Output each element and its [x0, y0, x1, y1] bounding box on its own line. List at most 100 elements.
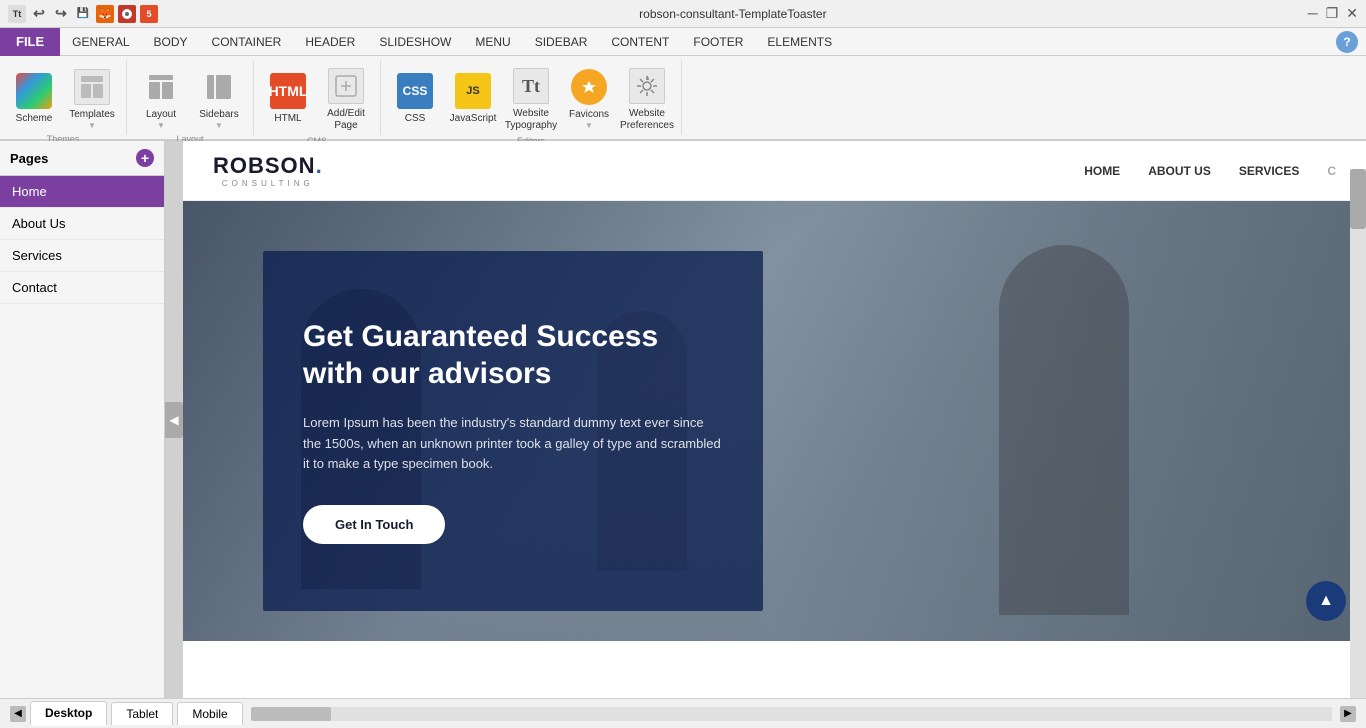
menu-tab-slideshow[interactable]: SLIDESHOW — [367, 28, 463, 56]
redo-icon[interactable]: ↪ — [52, 5, 70, 23]
scroll-left-arrow[interactable]: ◀ — [10, 706, 26, 722]
canvas-area: ◀ ROBSON. CONSULTING HOME ABOUT US SERVI… — [165, 141, 1366, 698]
help-button[interactable]: ? — [1336, 31, 1358, 53]
menu-tab-general[interactable]: GENERAL — [60, 28, 141, 56]
menu-tab-container[interactable]: CONTAINER — [200, 28, 294, 56]
logo-text: ROBSON — [213, 153, 316, 178]
mobile-tab[interactable]: Mobile — [177, 702, 242, 725]
page-item-home[interactable]: Home — [0, 176, 164, 208]
layout-label: Layout — [146, 109, 176, 121]
save-icon[interactable]: 💾 — [74, 5, 92, 23]
templates-icon — [74, 69, 110, 105]
nav-services[interactable]: SERVICES — [1239, 164, 1299, 178]
bottom-bar: ◀ Desktop Tablet Mobile ▶ — [0, 698, 1366, 728]
app-icon-tt: Tt — [8, 5, 26, 23]
arrow-up-icon: ▲ — [1318, 592, 1334, 610]
scheme-icon — [16, 73, 52, 109]
hero-section: Get Guaranteed Success with our advisors… — [183, 201, 1366, 641]
page-item-about[interactable]: About Us — [0, 208, 164, 240]
scroll-thumb[interactable] — [1350, 169, 1366, 229]
scroll-right-arrow[interactable]: ▶ — [1340, 706, 1356, 722]
undo-icon[interactable]: ↩ — [30, 5, 48, 23]
preferences-tool[interactable]: WebsitePreferences — [619, 64, 675, 136]
layout-tool[interactable]: Layout ▼ — [133, 64, 189, 134]
logo-dot: . — [316, 153, 323, 178]
css-label: CSS — [405, 113, 426, 125]
addedit-tool[interactable]: Add/EditPage — [318, 64, 374, 136]
sidebar-title: Pages — [10, 151, 48, 166]
sidebar-header: Pages + — [0, 141, 164, 176]
menu-tabs-bar: FILE GENERAL BODY CONTAINER HEADER SLIDE… — [0, 28, 1366, 56]
templates-tool[interactable]: Templates ▼ — [64, 64, 120, 134]
cms-section: HTML HTML Add/EditPage — [254, 60, 380, 136]
page-item-contact[interactable]: Contact — [0, 272, 164, 304]
favicons-tool[interactable]: Favicons ▼ — [561, 64, 617, 134]
menu-tab-menu[interactable]: MENU — [463, 28, 522, 56]
horizontal-scrollbar[interactable] — [251, 707, 1332, 721]
javascript-label: JavaScript — [450, 113, 497, 125]
sidebar-panel: Pages + Home About Us Services Contact — [0, 141, 165, 698]
site-navigation: ROBSON. CONSULTING HOME ABOUT US SERVICE… — [183, 141, 1366, 201]
favicons-label: Favicons — [569, 109, 609, 121]
css-icon: CSS — [397, 73, 433, 109]
nav-about[interactable]: ABOUT US — [1148, 164, 1211, 178]
hero-content-overlay: Get Guaranteed Success with our advisors… — [263, 251, 763, 611]
desktop-tab[interactable]: Desktop — [30, 701, 107, 726]
favicons-icon — [571, 69, 607, 105]
html5-icon: 5 — [140, 5, 158, 23]
hero-cta-button[interactable]: Get In Touch — [303, 505, 445, 544]
close-button[interactable]: ✕ — [1346, 5, 1358, 22]
nav-home[interactable]: HOME — [1084, 164, 1120, 178]
site-nav-links: HOME ABOUT US SERVICES C — [1084, 164, 1336, 178]
firefox-icon[interactable]: 🦊 — [96, 5, 114, 23]
hero-body-text: Lorem Ipsum has been the industry's stan… — [303, 413, 723, 475]
page-item-services[interactable]: Services — [0, 240, 164, 272]
css-tool[interactable]: CSS CSS — [387, 64, 443, 134]
tool-bar: Scheme Templates ▼ Themes Layout ▼ — [0, 56, 1366, 141]
typography-icon: Tt — [513, 68, 549, 104]
title-bar-icons: Tt ↩ ↪ 💾 🦊 5 — [8, 5, 158, 23]
logo-subtitle: CONSULTING — [213, 179, 323, 188]
html5-tool-icon: HTML — [270, 73, 306, 109]
themes-section: Scheme Templates ▼ — [0, 60, 126, 134]
addedit-label: Add/EditPage — [327, 108, 365, 132]
nav-more[interactable]: C — [1327, 164, 1336, 178]
hero-title: Get Guaranteed Success with our advisors — [303, 318, 723, 393]
vertical-scrollbar[interactable] — [1350, 169, 1366, 698]
menu-tab-body[interactable]: BODY — [142, 28, 200, 56]
sidebars-icon — [201, 69, 237, 105]
menu-tab-elements[interactable]: ELEMENTS — [755, 28, 844, 56]
menu-tab-footer[interactable]: FOOTER — [681, 28, 755, 56]
editors-section: CSS CSS JS JavaScript Tt WebsiteTypograp… — [381, 60, 681, 136]
templates-label: Templates — [69, 109, 115, 121]
canvas-toggle-button[interactable]: ◀ — [165, 402, 183, 438]
title-bar: Tt ↩ ↪ 💾 🦊 5 robson-consultant-TemplateT… — [0, 0, 1366, 28]
main-area: Pages + Home About Us Services Contact ◀… — [0, 141, 1366, 698]
scheme-label: Scheme — [16, 113, 53, 125]
sidebars-tool[interactable]: Sidebars ▼ — [191, 64, 247, 134]
layout-icon — [143, 69, 179, 105]
menu-tab-header[interactable]: HEADER — [293, 28, 367, 56]
file-menu[interactable]: FILE — [0, 28, 60, 56]
window-title: robson-consultant-TemplateToaster — [639, 7, 826, 21]
javascript-icon: JS — [455, 73, 491, 109]
minimize-button[interactable]: ─ — [1308, 5, 1318, 22]
scroll-up-button[interactable]: ▲ — [1306, 581, 1346, 621]
menu-tab-sidebar[interactable]: SIDEBAR — [523, 28, 600, 56]
typography-label: WebsiteTypography — [505, 108, 557, 132]
chrome-icon[interactable] — [118, 5, 136, 23]
html-label: HTML — [274, 113, 301, 125]
site-logo: ROBSON. CONSULTING — [213, 153, 323, 188]
layout-section: Layout ▼ Sidebars ▼ — [127, 60, 253, 134]
restore-button[interactable]: ❐ — [1326, 5, 1339, 22]
title-bar-left: Tt ↩ ↪ 💾 🦊 5 — [8, 5, 158, 23]
tablet-tab[interactable]: Tablet — [111, 702, 173, 725]
html-tool[interactable]: HTML HTML — [260, 64, 316, 134]
menu-tab-content[interactable]: CONTENT — [599, 28, 681, 56]
add-page-button[interactable]: + — [136, 149, 154, 167]
scheme-tool[interactable]: Scheme — [6, 64, 62, 134]
horizontal-scroll-thumb[interactable] — [251, 707, 331, 721]
typography-tool[interactable]: Tt WebsiteTypography — [503, 64, 559, 136]
javascript-tool[interactable]: JS JavaScript — [445, 64, 501, 134]
sidebars-label: Sidebars — [199, 109, 238, 121]
